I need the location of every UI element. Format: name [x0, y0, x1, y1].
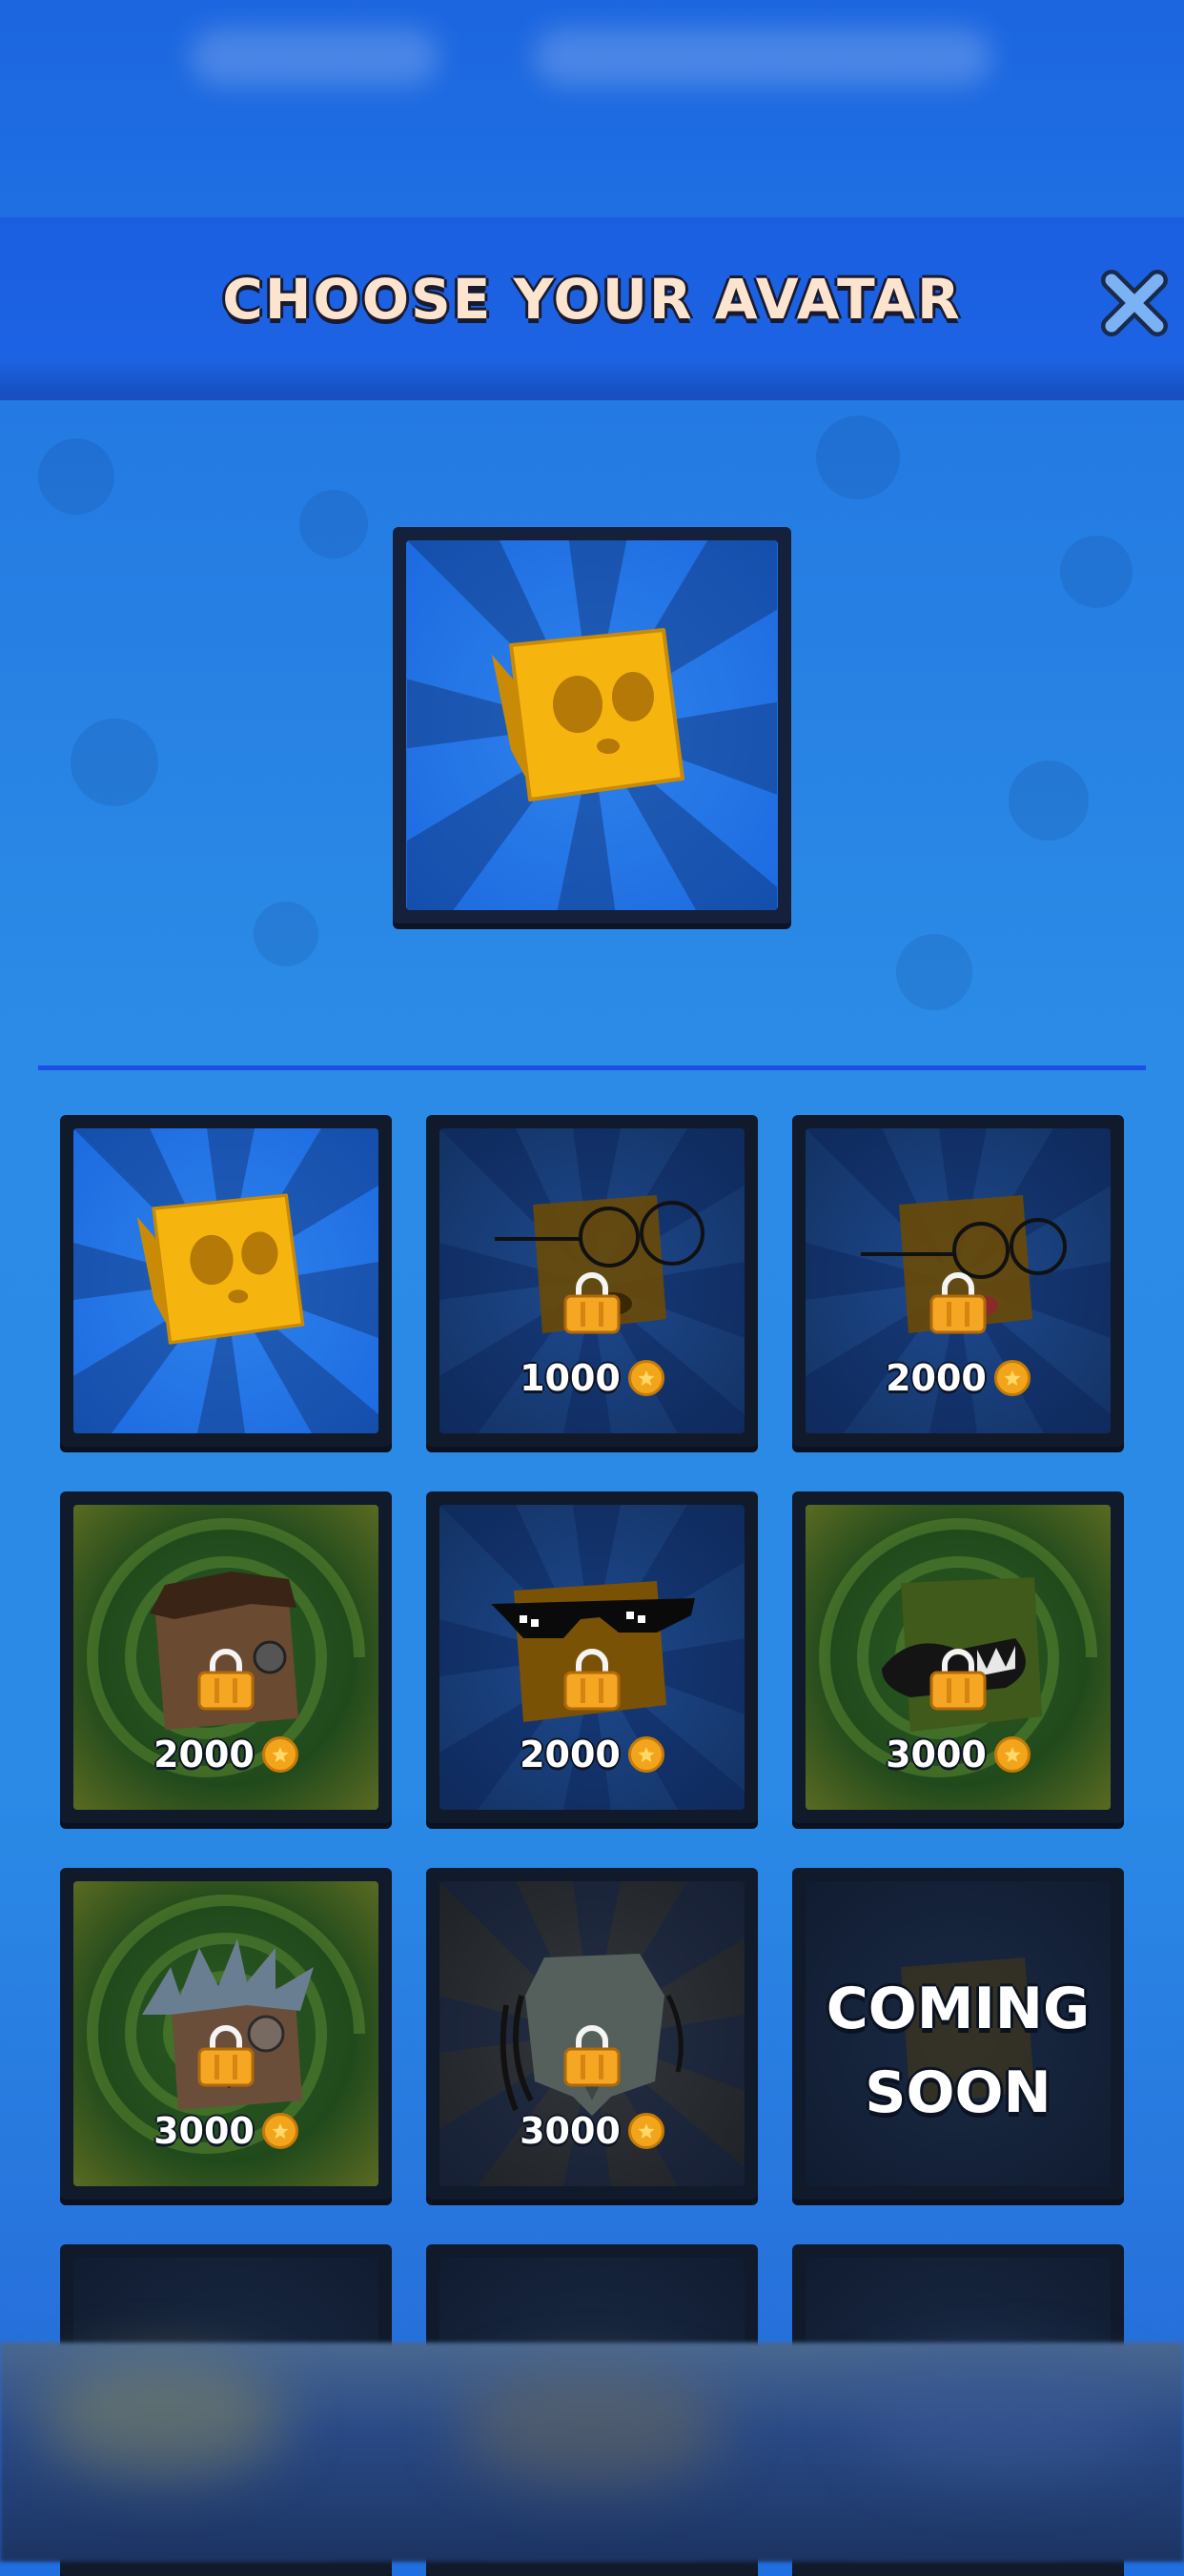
coin-icon — [627, 1360, 664, 1396]
yellow-cube-avatar-icon — [492, 628, 684, 801]
header-bar: CHOOSE YOUR AVATAR — [0, 217, 1184, 395]
coin-icon — [993, 1736, 1031, 1773]
coming-soon-label: COMING SOON — [826, 1976, 1091, 2126]
lock-icon — [928, 1269, 989, 1334]
yellow-cube-avatar-icon — [136, 1193, 305, 1345]
price-label: 3000 — [806, 1734, 1111, 1775]
close-x-icon — [1101, 270, 1168, 336]
status-bar-blurred — [0, 0, 1184, 217]
coin-icon — [627, 1736, 664, 1773]
avatar-card-yellow-cube[interactable] — [60, 1115, 392, 1447]
price-label: 1000 — [439, 1357, 745, 1399]
price-label: 3000 — [439, 2110, 745, 2152]
lock-icon — [561, 2022, 623, 2087]
price-label: 3000 — [73, 2110, 378, 2152]
lock-icon — [928, 1646, 989, 1711]
price-label: 2000 — [439, 1734, 745, 1775]
avatar-card-predator-mask-cube[interactable]: 3000 — [426, 1868, 758, 2200]
avatar-card-coming-soon: COMING SOON — [792, 1868, 1124, 2200]
close-button[interactable] — [1098, 267, 1171, 339]
avatar-card-glasses-cube[interactable]: 1000 — [426, 1115, 758, 1447]
price-label: 2000 — [73, 1734, 378, 1775]
bottom-bar-blurred — [0, 2343, 1184, 2562]
avatar-card-green-monster-cube[interactable]: 3000 — [792, 1491, 1124, 1823]
avatar-card-spiky-hair-cube[interactable]: 3000 — [60, 1868, 392, 2200]
avatar-card-brown-hair-cube[interactable]: 2000 — [60, 1491, 392, 1823]
avatar-card-glasses-tongue-cube[interactable]: 2000 — [792, 1115, 1124, 1447]
coin-icon — [261, 1736, 298, 1773]
page-title: CHOOSE YOUR AVATAR — [222, 267, 962, 332]
section-divider — [38, 1065, 1146, 1070]
price-label: 2000 — [806, 1357, 1111, 1399]
lock-icon — [195, 1646, 256, 1711]
selected-avatar-preview — [393, 527, 791, 923]
avatar-card-sunglasses-cube[interactable]: 2000 — [426, 1491, 758, 1823]
lock-icon — [561, 1646, 623, 1711]
coin-icon — [627, 2113, 664, 2149]
coin-icon — [993, 1360, 1031, 1396]
coin-icon — [261, 2113, 298, 2149]
lock-icon — [561, 1269, 623, 1334]
lock-icon — [195, 2022, 256, 2087]
